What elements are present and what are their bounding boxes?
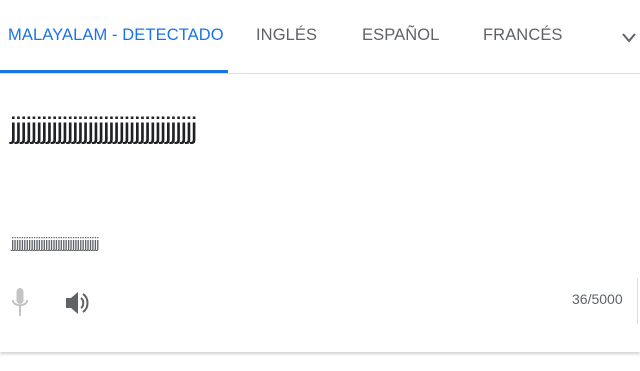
source-panel: MALAYALAM - DETECTADO INGLÉS ESPAÑOL FRA… <box>0 0 640 352</box>
microphone-button[interactable] <box>10 286 30 320</box>
tab-malayalam-detected[interactable]: MALAYALAM - DETECTADO <box>8 26 224 48</box>
source-text-input[interactable]: jjjjjjjjjjjjjjjjjjjjjjjjjjjjjjjjjjjj <box>10 112 197 146</box>
tab-english[interactable]: INGLÉS <box>256 26 317 48</box>
more-languages-button[interactable] <box>618 24 640 52</box>
chevron-down-icon <box>622 33 636 43</box>
language-tabs: MALAYALAM - DETECTADO INGLÉS ESPAÑOL FRA… <box>0 0 640 74</box>
tab-french[interactable]: FRANCÉS <box>483 26 563 48</box>
listen-button[interactable] <box>63 288 91 318</box>
transliteration-text: jjjjjjjjjjjjjjjjjjjjjjjjjjjjjjjjjjjj <box>11 235 99 252</box>
character-counter: 36/5000 <box>572 291 623 307</box>
speaker-icon <box>66 292 89 314</box>
microphone-icon <box>12 288 28 316</box>
tab-spanish[interactable]: ESPAÑOL <box>362 26 439 48</box>
active-tab-indicator <box>0 70 228 73</box>
